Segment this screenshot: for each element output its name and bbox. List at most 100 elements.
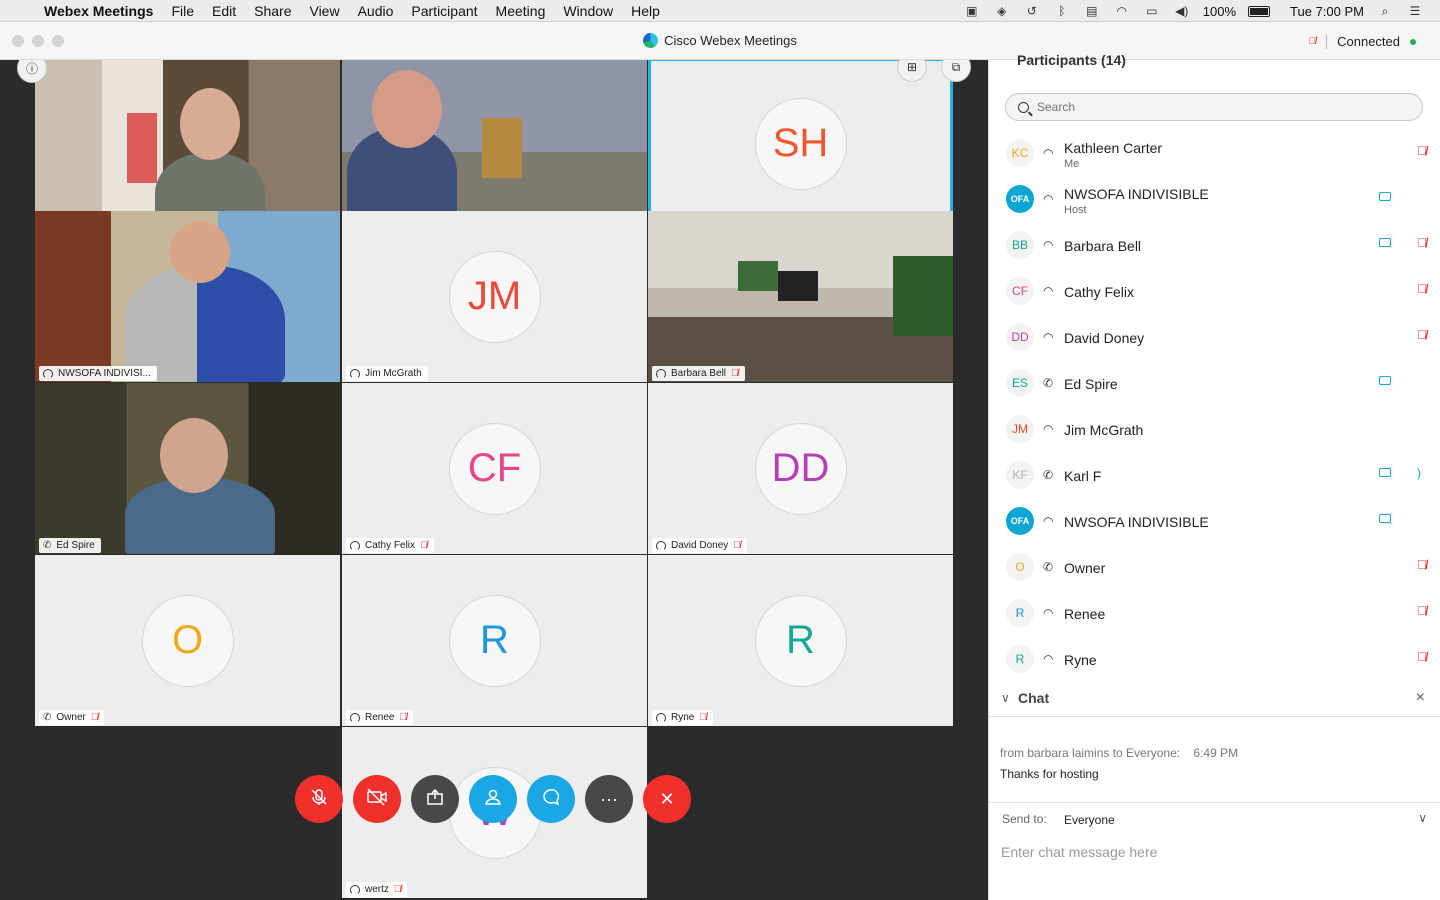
mic-muted-icon: 🎙̸ [731,368,739,379]
chat-button[interactable] [527,775,575,823]
mic-muted-icon[interactable]: 🎙̸ [1417,235,1427,250]
participant-row[interactable]: CF ◠ Cathy Felix 🎙̸ [989,268,1440,314]
participant-row[interactable]: OFA ◠ NWSOFA INDIVISIBLE [989,498,1440,544]
participant-row[interactable]: BB ◠ Barbara Bell 🎙̸ [989,222,1440,268]
status-area: ▣ ◈ ↺ ᛒ ▤ ◠ ▭ ◀) 100% Tue 7:00 PM ⌕ ☰ [963,0,1424,22]
leave-button[interactable]: ✕ [643,775,691,823]
headset-icon: ◠ [1043,192,1054,206]
video-tile[interactable]: R Renee 🎙̸ [342,555,647,726]
mic-muted-icon[interactable]: 🎙̸ [1417,603,1427,618]
headset-icon: ◠ [1043,422,1054,436]
ofa-logo-avatar: OFA [1006,185,1034,213]
mic-muted-icon[interactable]: 🎙̸ [1417,557,1427,572]
participant-row[interactable]: R ◠ Ryne 🎙̸ [989,636,1440,682]
avatar: CF [1006,277,1034,305]
participant-name: Owner [56,712,86,723]
more-icon: ··· [600,788,618,809]
time-machine-icon[interactable]: ↺ [1023,4,1041,18]
window-title: Cisco Webex Meetings [0,33,1440,48]
participant-row[interactable]: O ✆ Owner 🎙̸ [989,544,1440,590]
wifi-icon[interactable]: ◠ [1113,4,1131,18]
video-tile[interactable]: JM Jim McGrath [342,211,647,382]
clock[interactable]: Tue 7:00 PM [1290,4,1364,19]
participants-search[interactable] [1005,93,1423,121]
participants-icon [483,787,503,812]
stop-video-button[interactable] [353,775,401,823]
participant-name: Ryne [1064,652,1097,668]
chat-input[interactable] [1001,838,1421,866]
menu-edit[interactable]: Edit [212,3,236,19]
headset-icon [656,368,666,379]
participant-name: NWSOFA INDIVISIBLE [1064,514,1209,530]
mute-button[interactable] [295,775,343,823]
menu-window[interactable]: Window [563,3,613,19]
menu-help[interactable]: Help [631,3,660,19]
mic-muted-icon[interactable]: 🎙̸ [1417,649,1427,664]
menu-share[interactable]: Share [254,3,291,19]
menu-participant[interactable]: Participant [411,3,477,19]
participant-row[interactable]: OFA ◠ NWSOFA INDIVISIBLE Host [989,176,1440,222]
search-input[interactable] [1037,100,1397,114]
menu-audio[interactable]: Audio [358,3,394,19]
participant-row[interactable]: R ◠ Renee 🎙̸ [989,590,1440,636]
mic-muted-icon: 🎙̸ [393,884,402,895]
airplay-icon[interactable]: ▭ [1143,4,1161,18]
video-tile[interactable]: R Ryne 🎙̸ [648,555,953,726]
chat-title[interactable]: Chat [1018,690,1049,706]
webex-tray-icon[interactable]: ◈ [993,4,1011,18]
participant-row[interactable]: DD ◠ David Doney 🎙̸ [989,314,1440,360]
bluetooth-icon[interactable]: ᛒ [1053,4,1071,18]
menu-meeting[interactable]: Meeting [496,3,546,19]
chat-sender: from barbara laimins to Everyone: [1000,746,1181,760]
mic-muted-icon[interactable]: 🎙̸ [1417,327,1427,342]
notification-center-icon[interactable]: ☰ [1406,4,1424,18]
video-tile[interactable]: DD David Doney 🎙̸ [648,383,953,554]
participant-row[interactable]: ES ✆ Ed Spire [989,360,1440,406]
volume-icon[interactable]: ◀) [1173,4,1191,18]
mic-muted-icon[interactable]: 🎙̸ [1417,143,1427,158]
participant-row[interactable]: KC ◠ Kathleen Carter Me 🎙̸ [989,130,1440,176]
mic-muted-icon[interactable]: 🎙̸ [1309,36,1317,47]
chevron-down-icon[interactable]: ∨ [1418,811,1427,825]
participants-button[interactable] [469,775,517,823]
keyboard-icon[interactable]: ▤ [1083,4,1101,18]
menu-view[interactable]: View [309,3,339,19]
speaking-indicator-icon: ) [1417,466,1421,480]
video-tile[interactable]: CF Cathy Felix 🎙̸ [342,383,647,554]
video-tile[interactable]: O ✆ Owner 🎙̸ [35,555,340,726]
participants-panel-title[interactable]: Participants (14) [1017,52,1126,68]
headset-icon [350,368,360,379]
video-tile[interactable]: Barbara Bell 🎙̸ [648,211,953,382]
participant-row[interactable]: JM ◠ Jim McGrath [989,406,1440,452]
avatar: DD [754,422,847,515]
menu-file[interactable]: File [171,3,194,19]
video-tile[interactable]: ✆ Ed Spire [35,383,340,554]
connection-status-text: Connected [1337,34,1400,49]
participant-row[interactable]: KF ✆ Karl F) [989,452,1440,498]
video-tile[interactable]: NWSOFA I...(Host) [35,60,340,229]
video-tile[interactable]: SHSara Horan [648,60,953,229]
macos-menu-bar: Webex Meetings File Edit Share View Audi… [0,0,1440,22]
chevron-down-icon[interactable]: ∨ [1001,691,1010,705]
participant-name: Owner [1064,560,1106,576]
share-button[interactable] [411,775,459,823]
app-menu[interactable]: Webex Meetings [44,3,153,19]
send-to-value[interactable]: Everyone [1064,813,1115,827]
send-to-selector[interactable]: Send to: Everyone ∨ [989,802,1440,835]
battery-icon[interactable] [1248,5,1271,17]
close-icon[interactable]: × [1416,689,1425,707]
spotlight-icon[interactable]: ⌕ [1376,4,1394,18]
mic-muted-icon[interactable]: 🎙̸ [1417,281,1427,296]
participant-role: Me [1064,158,1080,170]
video-feed [342,60,647,229]
phone-icon: ✆ [1043,376,1054,390]
window-title-text: Cisco Webex Meetings [664,33,797,48]
video-tile[interactable]: NWSOFA INDIVISI... [35,211,340,382]
chat-message-text: Thanks for hosting [1000,767,1099,781]
participant-list: KC ◠ Kathleen Carter Me 🎙̸ OFA ◠ NWSOFA INDIVIS… [989,130,1440,682]
webex-status-icon[interactable]: ▣ [963,4,981,18]
avatar: R [448,594,541,687]
participant-name-tag: Ryne 🎙̸ [652,710,713,725]
more-button[interactable]: ··· [585,775,633,823]
video-tile[interactable]: ✆Karl F [342,60,647,229]
